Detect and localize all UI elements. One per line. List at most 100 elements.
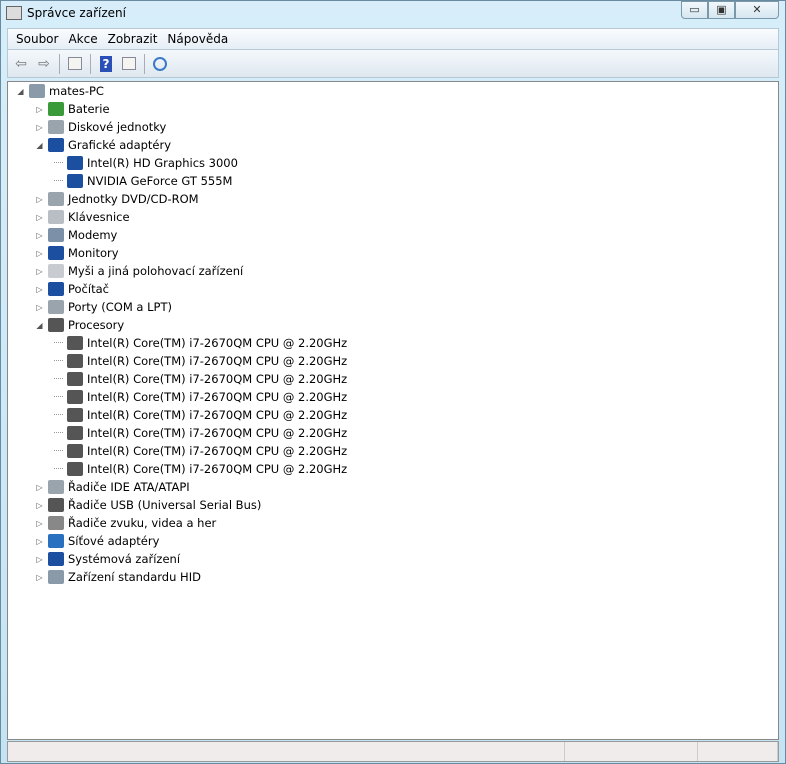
tree-item[interactable]: ▷ Porty (COM a LPT) (35, 298, 172, 316)
tree-item[interactable]: Intel(R) Core(TM) i7-2670QM CPU @ 2.20GH… (54, 334, 347, 352)
menu-napoveda[interactable]: Nápověda (162, 32, 233, 46)
tree-item[interactable]: ▷ Modemy (35, 226, 117, 244)
tree-item-label: Řadiče zvuku, videa a her (68, 516, 217, 530)
back-button[interactable]: ⇦ (11, 54, 31, 74)
collapse-toggle[interactable]: ◢ (35, 321, 44, 330)
menu-soubor[interactable]: Soubor (11, 32, 63, 46)
tree-item-label: mates-PC (49, 84, 104, 98)
display-adapter-icon (67, 174, 83, 188)
tree-item[interactable]: Intel(R) HD Graphics 3000 (54, 154, 238, 172)
status-pane (8, 742, 565, 761)
action-pane-button[interactable] (119, 54, 139, 74)
menu-akce[interactable]: Akce (63, 32, 102, 46)
tree-item[interactable]: Intel(R) Core(TM) i7-2670QM CPU @ 2.20GH… (54, 388, 347, 406)
back-icon: ⇦ (15, 55, 27, 72)
tree-item[interactable]: ◢ Procesory (35, 316, 124, 334)
maximize-button[interactable]: ▣ (708, 1, 735, 19)
minimize-button[interactable]: ▭ (681, 1, 708, 19)
tree-item-label: Intel(R) HD Graphics 3000 (87, 156, 238, 170)
tree-item-label: Klávesnice (68, 210, 130, 224)
tree-item-label: Intel(R) Core(TM) i7-2670QM CPU @ 2.20GH… (87, 336, 348, 350)
scan-hardware-changes-icon (153, 56, 167, 71)
expand-toggle[interactable]: ▷ (35, 555, 44, 564)
expand-toggle[interactable]: ▷ (35, 231, 44, 240)
collapse-toggle[interactable]: ◢ (16, 87, 25, 96)
tree-item-label: Baterie (68, 102, 110, 116)
tree-item[interactable]: Intel(R) Core(TM) i7-2670QM CPU @ 2.20GH… (54, 424, 347, 442)
tree-item[interactable]: ◢ mates-PC (16, 82, 104, 100)
processor-icon (67, 354, 83, 368)
expand-toggle[interactable]: ▷ (35, 519, 44, 528)
tree-item[interactable]: ▷ Myši a jiná polohovací zařízení (35, 262, 243, 280)
title-bar: Správce zařízení ▭ ▣ ✕ (1, 1, 785, 27)
tree-item-label: Jednotky DVD/CD-ROM (68, 192, 199, 206)
tree-item-label: Myši a jiná polohovací zařízení (68, 264, 244, 278)
port-icon (48, 300, 64, 314)
tree-item[interactable]: ▷ Řadiče IDE ATA/ATAPI (35, 478, 190, 496)
tree-item[interactable]: ▷ Zařízení standardu HID (35, 568, 201, 586)
tree-item[interactable]: Intel(R) Core(TM) i7-2670QM CPU @ 2.20GH… (54, 460, 347, 478)
tree-item[interactable]: NVIDIA GeForce GT 555M (54, 172, 232, 190)
tree-item[interactable]: ▷ Síťové adaptéry (35, 532, 159, 550)
tree-item[interactable]: ◢ Grafické adaptéry (35, 136, 171, 154)
dvd-drive-icon (48, 192, 64, 206)
status-pane (565, 742, 698, 761)
tree-connector (54, 352, 63, 361)
tree-item[interactable]: Intel(R) Core(TM) i7-2670QM CPU @ 2.20GH… (54, 406, 347, 424)
tree-item[interactable]: ▷ Jednotky DVD/CD-ROM (35, 190, 199, 208)
tree-item-label: Monitory (68, 246, 119, 260)
device-manager-window: Správce zařízení ▭ ▣ ✕ Soubor Akce Zobra… (0, 0, 786, 764)
forward-button[interactable]: ⇨ (34, 54, 54, 74)
network-adapter-icon (48, 534, 64, 548)
expand-toggle[interactable]: ▷ (35, 573, 44, 582)
tree-item-label: Síťové adaptéry (68, 534, 160, 548)
tree-connector (54, 460, 63, 469)
scan-hardware-button[interactable] (150, 54, 170, 74)
tree-item[interactable]: ▷ Baterie (35, 100, 110, 118)
expand-toggle[interactable]: ▷ (35, 195, 44, 204)
tree-item[interactable]: ▷ Diskové jednotky (35, 118, 166, 136)
expand-toggle[interactable]: ▷ (35, 483, 44, 492)
help-button[interactable]: ? (96, 54, 116, 74)
tree-item-label: Intel(R) Core(TM) i7-2670QM CPU @ 2.20GH… (87, 390, 348, 404)
tree-item[interactable]: Intel(R) Core(TM) i7-2670QM CPU @ 2.20GH… (54, 352, 347, 370)
tree-item-label: Intel(R) Core(TM) i7-2670QM CPU @ 2.20GH… (87, 444, 348, 458)
processor-icon (48, 318, 64, 332)
tree-item-label: Modemy (68, 228, 118, 242)
tree-item-label: Zařízení standardu HID (68, 570, 201, 584)
expand-toggle[interactable]: ▷ (35, 537, 44, 546)
processor-icon (67, 462, 83, 476)
expand-toggle[interactable]: ▷ (35, 213, 44, 222)
expand-toggle[interactable]: ▷ (35, 501, 44, 510)
help-icon: ? (100, 55, 112, 72)
expand-toggle[interactable]: ▷ (35, 123, 44, 132)
tree-item-label: Řadiče USB (Universal Serial Bus) (68, 498, 262, 512)
expand-toggle[interactable]: ▷ (35, 267, 44, 276)
tree-item[interactable]: ▷ Řadiče zvuku, videa a her (35, 514, 216, 532)
tree-item[interactable]: ▷ Klávesnice (35, 208, 130, 226)
show-hide-console-tree-icon (68, 57, 82, 70)
tree-item[interactable]: ▷ Řadiče USB (Universal Serial Bus) (35, 496, 261, 514)
expand-toggle[interactable]: ▷ (35, 105, 44, 114)
monitor-icon (48, 246, 64, 260)
tree-item[interactable]: ▷ Monitory (35, 244, 119, 262)
keyboard-icon (48, 210, 64, 224)
close-button[interactable]: ✕ (735, 1, 779, 19)
console-tree-button[interactable] (65, 54, 85, 74)
speaker-icon (48, 516, 64, 530)
tree-item[interactable]: ▷ Počítač (35, 280, 109, 298)
tree-connector (54, 388, 63, 397)
tree-connector (54, 334, 63, 343)
tree-connector (54, 370, 63, 379)
display-adapter-icon (67, 156, 83, 170)
expand-toggle[interactable]: ▷ (35, 303, 44, 312)
tree-item-label: Porty (COM a LPT) (68, 300, 172, 314)
collapse-toggle[interactable]: ◢ (35, 141, 44, 150)
tree-item[interactable]: Intel(R) Core(TM) i7-2670QM CPU @ 2.20GH… (54, 370, 347, 388)
menu-zobrazit[interactable]: Zobrazit (103, 32, 163, 46)
tree-item[interactable]: ▷ Systémová zařízení (35, 550, 180, 568)
tree-item-label: Intel(R) Core(TM) i7-2670QM CPU @ 2.20GH… (87, 426, 348, 440)
expand-toggle[interactable]: ▷ (35, 249, 44, 258)
tree-item[interactable]: Intel(R) Core(TM) i7-2670QM CPU @ 2.20GH… (54, 442, 347, 460)
expand-toggle[interactable]: ▷ (35, 285, 44, 294)
